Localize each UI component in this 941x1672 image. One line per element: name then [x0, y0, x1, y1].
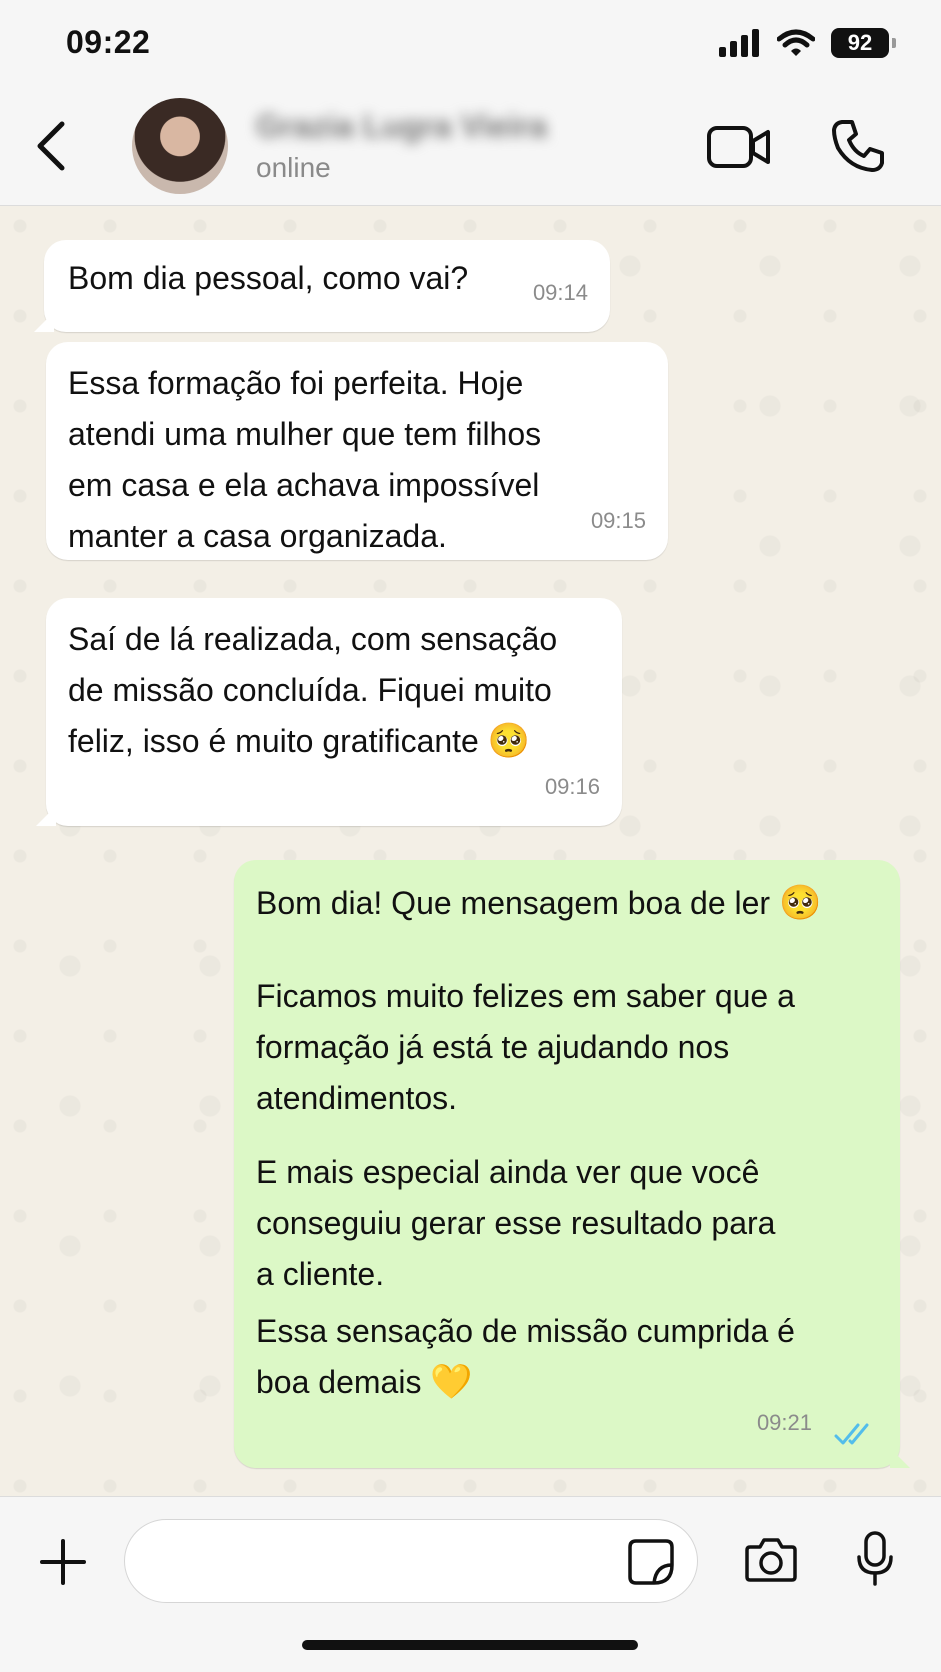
voice-call-button[interactable]	[830, 118, 886, 174]
message-text: Essa formação foi perfeita. Hoje atendi …	[68, 365, 542, 554]
yellow-heart-emoji: 💛	[430, 1363, 473, 1401]
message-paragraph-3: E mais especial ainda ver que você conse…	[256, 1154, 776, 1292]
video-call-button[interactable]	[706, 124, 772, 170]
message-input[interactable]	[124, 1519, 698, 1603]
home-indicator[interactable]	[302, 1640, 638, 1650]
message-text-body: Saí de lá realizada, com sensação de mis…	[68, 621, 558, 759]
sticker-icon[interactable]	[628, 1539, 674, 1585]
bubble-tail	[36, 806, 56, 826]
wifi-icon	[777, 29, 815, 56]
camera-icon[interactable]	[744, 1535, 798, 1583]
plus-icon[interactable]	[38, 1537, 88, 1587]
read-receipt-icon	[834, 1423, 869, 1445]
message-paragraph-2: Ficamos muito felizes em saber que a for…	[256, 978, 795, 1116]
message-bubble-incoming[interactable]: Essa formação foi perfeita. Hoje atendi …	[46, 342, 668, 560]
avatar[interactable]	[132, 98, 228, 194]
contact-name[interactable]: Grazia Lugra Vieira	[256, 108, 547, 145]
back-button[interactable]	[28, 118, 78, 174]
message-paragraph-4: Essa sensação de missão cumprida é boa d…	[256, 1306, 878, 1408]
battery-indicator: 92	[831, 28, 896, 58]
message-time: 09:14	[532, 280, 588, 305]
contact-status: online	[256, 152, 331, 183]
message-text: Saí de lá realizada, com sensação de mis…	[68, 614, 600, 767]
status-time: 09:22	[66, 24, 151, 60]
status-icons: 92	[719, 28, 896, 58]
message-time: 09:21	[756, 1410, 812, 1435]
message-time: 09:16	[544, 774, 600, 799]
bubble-tail	[890, 1448, 910, 1468]
pleading-face-emoji: 🥺	[778, 884, 822, 922]
chat-area[interactable]: Bom dia pessoal, como vai? 09:14 Essa fo…	[0, 206, 941, 1496]
message-text-body: Essa sensação de missão cumprida é boa d…	[256, 1313, 795, 1400]
pleading-face-emoji: 🥺	[487, 722, 531, 760]
bubble-tail	[34, 312, 54, 332]
message-time: 09:15	[590, 508, 646, 533]
message-text: Bom dia pessoal, como vai?	[68, 260, 469, 296]
message-paragraph-1: Bom dia! Que mensagem boa de ler 🥺	[256, 878, 878, 929]
message-bubble-outgoing[interactable]: Bom dia! Que mensagem boa de ler 🥺 Ficam…	[234, 860, 910, 1468]
message-text-body: Bom dia! Que mensagem boa de ler	[256, 885, 771, 921]
message-bubble-incoming[interactable]: Saí de lá realizada, com sensação de mis…	[36, 598, 622, 826]
status-bar: 09:22 92	[0, 0, 941, 88]
microphone-icon[interactable]	[856, 1531, 894, 1587]
message-bubble-incoming[interactable]: Bom dia pessoal, como vai? 09:14	[34, 240, 610, 332]
signal-icon	[719, 29, 759, 57]
chat-header: Grazia Lugra Vieira online	[0, 88, 941, 206]
